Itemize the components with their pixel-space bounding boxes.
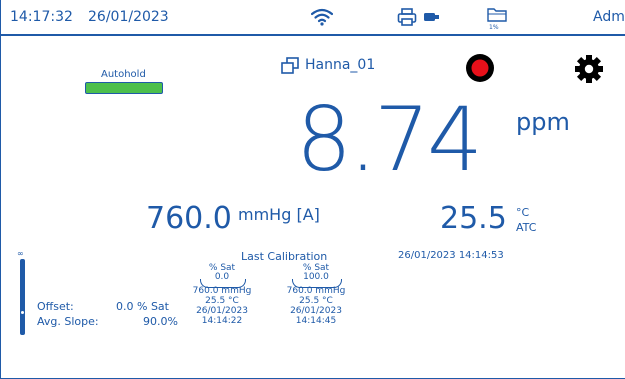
printer-icon[interactable] [397,7,417,27]
storage-percent: 1% [489,24,499,31]
offset-value: 0.0 % Sat [116,300,169,313]
cal-point-date: 26/01/2023 [290,306,342,316]
cal-point-1-bracket [200,279,246,288]
calibration-point-2: % Sat 100.0 760.0 mmHg 25.5 °C 26/01/202… [280,263,352,326]
folder-icon[interactable] [487,6,507,22]
offset-label: Offset: [37,300,74,313]
autohold-indicator[interactable] [85,82,163,94]
calibration-point-1: % Sat 0.0 760.0 mmHg 25.5 °C 26/01/2023 … [186,263,258,326]
pressure-unit: mmHg [A] [238,205,320,224]
record-button[interactable] [465,53,495,83]
clock-time: 14:17:32 [10,9,73,25]
record-icon [466,54,494,82]
cal-point-date: 26/01/2023 [196,306,248,316]
status-bar: 14:17:32 26/01/2023 1% Admin [0,0,625,36]
wifi-icon[interactable] [311,8,333,26]
cal-point-temp: 25.5 °C [205,296,239,306]
calibration-gauge [20,259,25,335]
cal-point-time: 14:14:22 [201,316,243,326]
copy-icon [281,57,299,75]
cal-point-temp: 25.5 °C [299,296,333,306]
temperature-mode: ATC [516,221,537,234]
gauge-top-label: ∞ [17,249,24,258]
slope-label: Avg. Slope: [37,315,99,328]
gauge-marker [21,311,24,314]
cal-point-time: 14:14:45 [295,316,337,326]
user-name[interactable]: Admin [593,9,625,25]
usb-icon[interactable] [424,13,440,21]
clock-date: 26/01/2023 [88,9,169,25]
cal-point-2-bracket [292,279,342,288]
settings-button[interactable] [574,54,604,84]
temperature-value: 25.5 [440,201,507,236]
gear-icon [575,55,603,83]
slope-value: 90.0% [143,315,178,328]
profile-name[interactable]: Hanna_01 [305,57,375,73]
last-calibration-datetime: 26/01/2023 14:14:53 [398,250,504,261]
last-calibration-title: Last Calibration [241,250,328,263]
temperature-unit: °C [516,206,530,219]
main-reading-unit: ppm [516,108,570,136]
pressure-value: 760.0 [146,201,232,236]
main-reading-value: 8.74 [296,88,483,191]
autohold-label: Autohold [101,69,146,80]
